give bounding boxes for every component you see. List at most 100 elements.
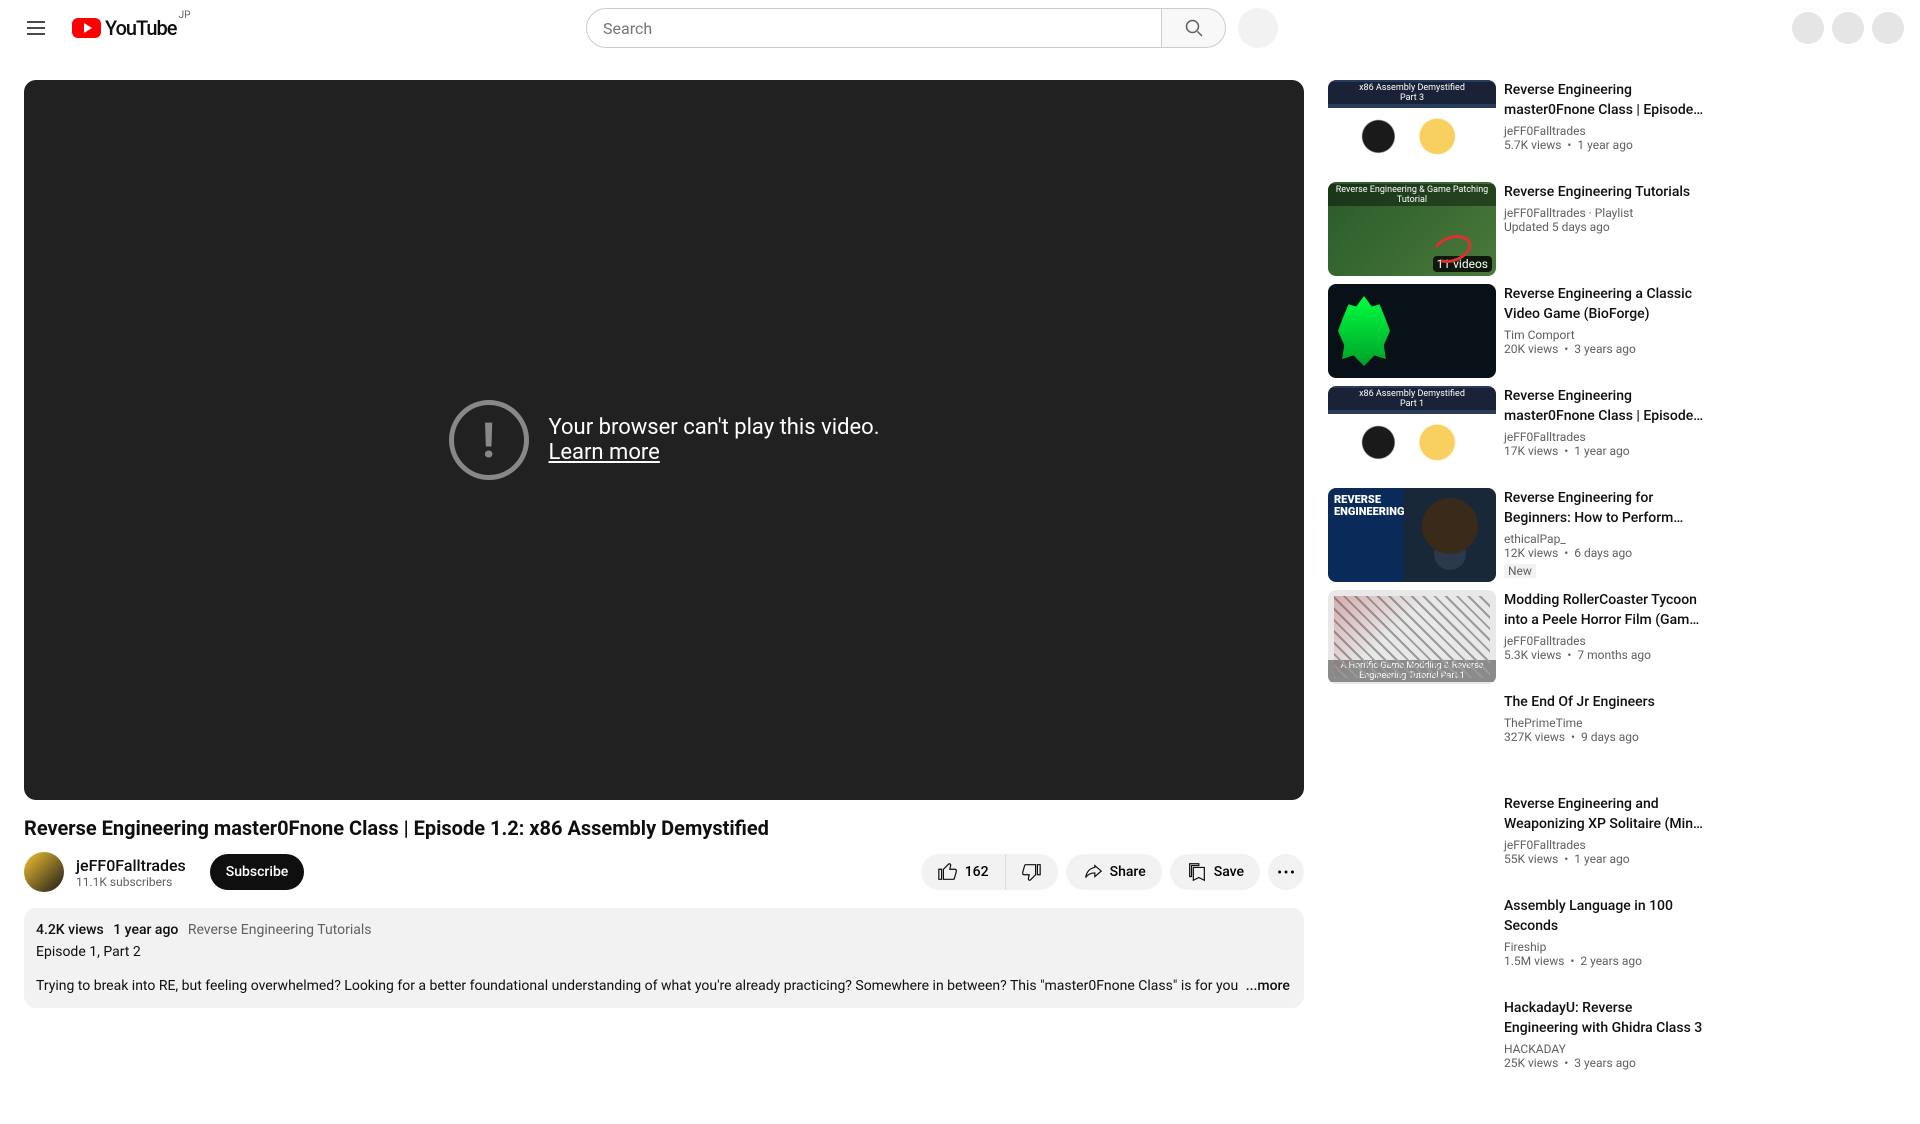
recommendation-item[interactable]: x86 Assembly DemystifiedPart 1 Reverse En…	[1328, 386, 1730, 480]
create-button[interactable]	[1792, 12, 1824, 44]
owner-row: jeFF0Falltrades 11.1K subscribers Subscr…	[24, 852, 1304, 892]
header-right	[1679, 12, 1904, 44]
video-thumbnail[interactable]	[1328, 896, 1496, 990]
recommendation-item[interactable]: Reverse Engineering and Weaponizing XP S…	[1328, 794, 1730, 888]
action-buttons: 162 Share Save	[921, 854, 1304, 890]
recommendations-column: x86 Assembly DemystifiedPart 3 Reverse En…	[1328, 80, 1730, 1100]
search-button[interactable]	[1162, 8, 1226, 48]
recommendation-info: Reverse Engineering master0Fnone Class |…	[1504, 386, 1730, 480]
recommendation-meta: 25K views • 3 years ago	[1504, 1056, 1706, 1070]
recommendation-item[interactable]: A Horrific Game Modding & Reverse Engine…	[1328, 590, 1730, 684]
channel-name[interactable]: jeFF0Falltrades	[76, 856, 186, 875]
recommendation-info: The End Of Jr Engineers ThePrimeTime327K …	[1504, 692, 1730, 786]
recommendation-channel[interactable]: ethicalPap_	[1504, 532, 1706, 546]
channel-text: jeFF0Falltrades 11.1K subscribers	[76, 856, 186, 889]
recommendation-channel[interactable]: jeFF0Falltrades	[1504, 634, 1706, 648]
subscribe-button[interactable]: Subscribe	[210, 854, 305, 890]
masthead: YouTube JP	[0, 0, 1920, 56]
guide-menu-button[interactable]	[16, 8, 56, 48]
recommendation-channel[interactable]: Tim Comport	[1504, 328, 1706, 342]
thumb-down-icon	[1020, 861, 1042, 883]
description-text: Trying to break into RE, but feeling ove…	[36, 978, 1238, 994]
recommendation-meta: 327K views • 9 days ago	[1504, 730, 1706, 744]
recommendation-meta: 55K views • 1 year ago	[1504, 852, 1706, 866]
recommendation-title: Reverse Engineering for Beginners: How t…	[1504, 488, 1706, 528]
recommendation-channel[interactable]: jeFF0Falltrades	[1504, 124, 1706, 138]
recommendation-channel[interactable]: Fireship	[1504, 940, 1706, 954]
video-thumbnail[interactable]	[1328, 794, 1496, 888]
video-thumbnail[interactable]: x86 Assembly DemystifiedPart 1	[1328, 386, 1496, 480]
recommendation-meta: 5.7K views • 1 year ago	[1504, 138, 1706, 152]
learn-more-link[interactable]: Learn more	[549, 440, 880, 465]
recommendation-item[interactable]: The End Of Jr Engineers ThePrimeTime327K …	[1328, 692, 1730, 786]
recommendation-info: Reverse Engineering for Beginners: How t…	[1504, 488, 1730, 582]
notifications-button[interactable]	[1832, 12, 1864, 44]
logo-text: YouTube	[105, 16, 177, 40]
like-dislike-group: 162	[921, 854, 1058, 890]
account-button[interactable]	[1872, 12, 1904, 44]
save-icon	[1186, 861, 1208, 883]
recommendation-item[interactable]: x86 Assembly DemystifiedPart 3Reverse En…	[1328, 80, 1730, 174]
recommendation-title: Reverse Engineering master0Fnone Class |…	[1504, 386, 1706, 426]
video-thumbnail[interactable]: Reverse Engineering & Game Patching Tuto…	[1328, 182, 1496, 276]
recommendation-title: Reverse Engineering Tutorials	[1504, 182, 1706, 202]
recommendation-item[interactable]: Reverse Engineering & Game Patching Tuto…	[1328, 182, 1730, 276]
dislike-button[interactable]	[1006, 854, 1058, 890]
share-button[interactable]: Share	[1066, 854, 1162, 890]
description-body: Trying to break into RE, but feeling ove…	[36, 976, 1292, 996]
recommendation-item[interactable]: Reverse Engineering a Classic Video Game…	[1328, 284, 1730, 378]
video-player[interactable]: Your browser can't play this video. Lear…	[24, 80, 1304, 800]
video-thumbnail[interactable]	[1328, 692, 1496, 786]
youtube-logo[interactable]: YouTube JP	[72, 16, 177, 40]
recommendation-info: Modding RollerCoaster Tycoon into a Peel…	[1504, 590, 1730, 684]
recommendation-title: Assembly Language in 100 Seconds	[1504, 896, 1706, 936]
recommendation-title: Reverse Engineering and Weaponizing XP S…	[1504, 794, 1706, 834]
recommendation-channel[interactable]: jeFF0Falltrades	[1504, 430, 1706, 444]
recommendation-channel[interactable]: ThePrimeTime	[1504, 716, 1706, 730]
recommendation-item[interactable]: Reverse Engineering for Beginners: How t…	[1328, 488, 1730, 582]
recommendation-meta: 5.3K views • 7 months ago	[1504, 648, 1706, 662]
search-icon	[1182, 16, 1206, 40]
video-thumbnail[interactable]	[1328, 284, 1496, 378]
play-icon	[72, 18, 101, 38]
error-icon	[449, 400, 529, 480]
header-center	[568, 8, 1296, 48]
recommendation-meta: 12K views • 6 days ago	[1504, 546, 1706, 560]
thumb-up-icon	[937, 861, 959, 883]
player-error-message: Your browser can't play this video. Lear…	[549, 415, 880, 465]
recommendation-channel[interactable]: HACKADAY	[1504, 1042, 1706, 1056]
video-thumbnail[interactable]: x86 Assembly DemystifiedPart 3	[1328, 80, 1496, 174]
save-label: Save	[1214, 864, 1244, 880]
page-content: Your browser can't play this video. Lear…	[0, 56, 1920, 1124]
recommendation-info: Reverse Engineering and Weaponizing XP S…	[1504, 794, 1730, 888]
country-code: JP	[179, 10, 191, 21]
recommendation-meta: 17K views • 1 year ago	[1504, 444, 1706, 458]
recommendation-item[interactable]: Assembly Language in 100 Seconds Fireship…	[1328, 896, 1730, 990]
video-thumbnail[interactable]	[1328, 488, 1496, 582]
more-actions-button[interactable]	[1268, 854, 1304, 890]
show-more-button[interactable]: ...more	[1246, 978, 1290, 994]
playlist-count-badge: 11 videos	[1433, 256, 1492, 272]
primary-column: Your browser can't play this video. Lear…	[24, 80, 1304, 1100]
recommendation-info: Assembly Language in 100 Seconds Fireship…	[1504, 896, 1730, 990]
video-thumbnail[interactable]: A Horrific Game Modding & Reverse Engine…	[1328, 590, 1496, 684]
like-button[interactable]: 162	[921, 854, 1006, 890]
recommendation-channel[interactable]: jeFF0Falltrades · Playlist	[1504, 206, 1706, 220]
recommendation-meta: 1.5M views • 2 years ago	[1504, 954, 1706, 968]
subscriber-count: 11.1K subscribers	[76, 875, 186, 889]
voice-search-button[interactable]	[1238, 8, 1278, 48]
save-button[interactable]: Save	[1170, 854, 1260, 890]
description-box[interactable]: 4.2K views 1 year ago Reverse Engineerin…	[24, 908, 1304, 1008]
share-label: Share	[1110, 864, 1146, 880]
search-input[interactable]	[586, 8, 1162, 48]
recommendation-item[interactable]: HackadayU: Reverse Engineering with Ghid…	[1328, 998, 1730, 1092]
channel-avatar[interactable]	[24, 852, 64, 892]
recommendation-title: The End Of Jr Engineers	[1504, 692, 1706, 712]
header-left: YouTube JP	[16, 8, 185, 48]
thumb-caption: Reverse Engineering & Game Patching Tuto…	[1328, 184, 1496, 206]
video-thumbnail[interactable]	[1328, 998, 1496, 1092]
recommendation-channel[interactable]: jeFF0Falltrades	[1504, 838, 1706, 852]
thumb-caption: x86 Assembly DemystifiedPart 1	[1328, 388, 1496, 410]
recommendation-title: Modding RollerCoaster Tycoon into a Peel…	[1504, 590, 1706, 630]
playlist-link[interactable]: Reverse Engineering Tutorials	[188, 922, 372, 938]
